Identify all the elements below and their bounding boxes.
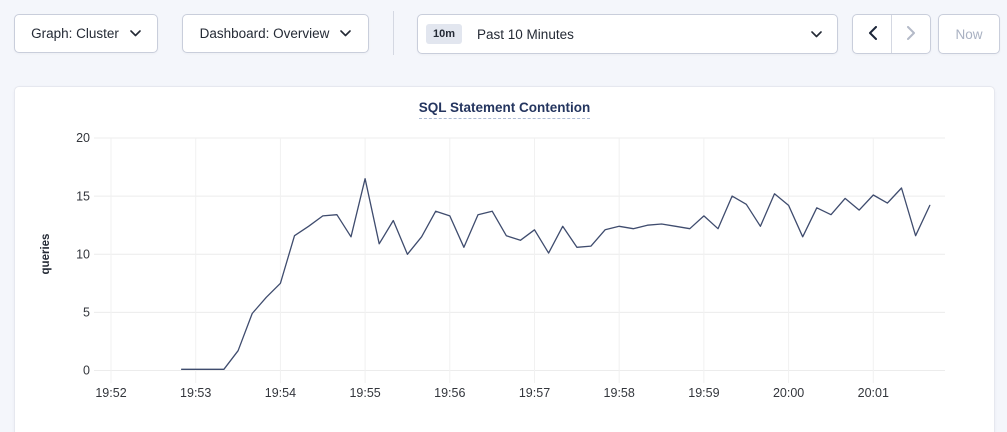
series-line-queries — [182, 179, 930, 370]
time-range-prev-button[interactable] — [853, 15, 892, 53]
chevron-left-icon — [868, 26, 877, 43]
chevron-down-icon — [340, 30, 351, 37]
time-range-next-button[interactable] — [892, 15, 930, 53]
svg-text:0: 0 — [83, 364, 90, 378]
chart-title[interactable]: SQL Statement Contention — [419, 100, 591, 119]
toolbar-divider — [393, 11, 394, 55]
svg-text:20: 20 — [76, 131, 90, 145]
svg-text:19:57: 19:57 — [519, 386, 550, 400]
dashboard-dropdown[interactable]: Dashboard: Overview — [182, 14, 369, 53]
sql-statement-contention-chart: 0510152019:5219:5319:5419:5519:5619:5719… — [15, 87, 994, 432]
svg-text:19:59: 19:59 — [688, 386, 719, 400]
now-button[interactable]: Now — [938, 14, 1000, 54]
svg-text:20:00: 20:00 — [773, 386, 804, 400]
chart-card: SQL Statement Contention 0510152019:5219… — [14, 86, 995, 432]
svg-text:19:55: 19:55 — [349, 386, 380, 400]
y-axis-label: queries — [40, 234, 52, 275]
graph-dropdown[interactable]: Graph: Cluster — [14, 14, 158, 53]
x-axis-tick-labels: 19:52 19:53 19:54 19:55 19:56 19:57 19:58 19:59… — [95, 386, 889, 400]
x-gridlines — [111, 138, 873, 383]
y-axis-tick-labels: 0 5 10 15 20 — [76, 131, 90, 378]
svg-text:19:54: 19:54 — [265, 386, 296, 400]
chevron-down-icon — [130, 30, 141, 37]
svg-text:5: 5 — [83, 306, 90, 320]
svg-text:20:01: 20:01 — [858, 386, 889, 400]
graph-dropdown-label: Graph: Cluster — [31, 26, 119, 41]
time-range-step-controls — [852, 14, 931, 54]
dashboard-dropdown-label: Dashboard: Overview — [200, 26, 330, 41]
time-range-badge: 10m — [426, 24, 462, 44]
svg-text:19:56: 19:56 — [434, 386, 465, 400]
chevron-down-icon — [811, 31, 822, 38]
svg-text:10: 10 — [76, 247, 90, 261]
chevron-right-icon — [907, 26, 916, 43]
svg-text:19:53: 19:53 — [180, 386, 211, 400]
svg-text:15: 15 — [76, 189, 90, 203]
svg-text:19:58: 19:58 — [604, 386, 635, 400]
y-gridlines — [94, 138, 945, 371]
svg-text:19:52: 19:52 — [95, 386, 126, 400]
time-range-selector[interactable]: 10m Past 10 Minutes — [417, 14, 838, 54]
time-range-label: Past 10 Minutes — [477, 27, 574, 42]
chart-title-row: SQL Statement Contention — [15, 99, 994, 119]
